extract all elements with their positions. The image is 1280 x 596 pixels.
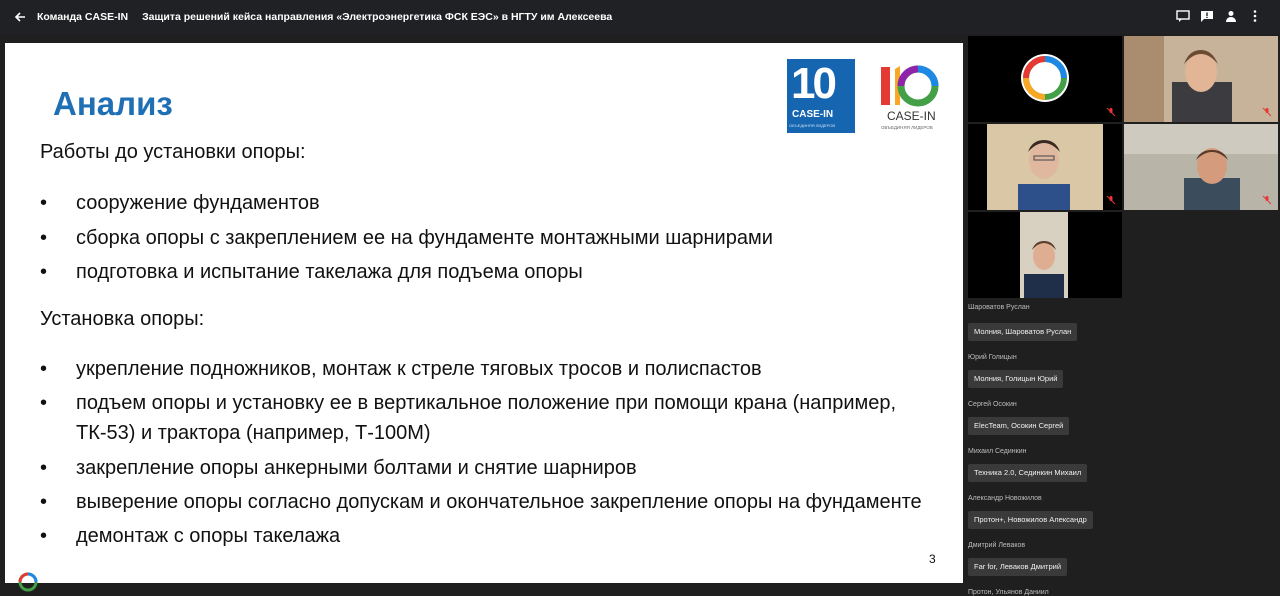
list-item-text: закрепление опоры анкерными болтами и сн…: [76, 457, 637, 479]
mic-off-icon: [1106, 195, 1116, 205]
list-item-text: сборка опоры с закреплением ее на фундам…: [76, 227, 773, 249]
bullet-mark: •: [40, 358, 48, 380]
bullet-mark: •: [40, 261, 48, 283]
logo-ring-icon: [881, 65, 939, 107]
list-item: • закрепление опоры анкерными болтами и с…: [40, 453, 940, 483]
case-in-logo-color: CASE-IN ОБЪЕДИНЯЯ ЛИДЕРОВ: [873, 61, 949, 135]
participant-avatar-icon: [1021, 54, 1069, 102]
people-icon[interactable]: [1224, 9, 1238, 23]
list-item-text: сооружение фундаментов: [76, 192, 320, 214]
camera-feed-icon: [1124, 36, 1278, 122]
list-item: • подъем опоры и установку ее в вертикаль…: [40, 388, 940, 448]
slide-title: Анализ: [53, 85, 173, 122]
mic-off-icon: [1262, 195, 1272, 205]
list-item-text: подъем опоры и установку ее в вертикальн…: [76, 392, 897, 444]
meeting-title: Защита решений кейса направления «Электр…: [142, 11, 613, 23]
participant-label: Михаил Сединкин: [968, 448, 1027, 455]
logo-number: 10: [791, 59, 837, 108]
list-item: • укрепление подножников, монтаж к стреле…: [40, 354, 940, 384]
participant-chip[interactable]: ElecTeam, Осокин Сергей: [968, 417, 1070, 435]
participant-label: Юрий Голицын: [968, 354, 1017, 361]
bullet-mark: •: [40, 192, 48, 214]
video-tile[interactable]: [968, 212, 1122, 298]
video-tile[interactable]: [968, 36, 1122, 122]
participant-label: Александр Новожилов: [968, 495, 1042, 502]
participant-chip[interactable]: Техника 2.0, Сединкин Михаил: [968, 464, 1088, 482]
more-options-icon[interactable]: [1248, 9, 1262, 23]
report-icon[interactable]: [1200, 9, 1214, 23]
team-name: Команда CASE-IN: [37, 11, 129, 23]
participant-label: Сергей Осокин: [968, 401, 1017, 408]
section-heading: Установка опоры:: [40, 308, 205, 330]
video-tile[interactable]: [1124, 36, 1278, 122]
mic-off-icon: [1106, 107, 1116, 117]
mic-off-icon: [1262, 107, 1272, 117]
organizer-logo-icon: [18, 572, 38, 592]
participant-label: Дмитрий Леваков: [968, 542, 1026, 549]
bullet-mark: •: [40, 392, 48, 414]
logo-tagline: ОБЪЕДИНЯЯ ЛИДЕРОВ: [881, 125, 933, 130]
presentation-slide: Анализ 10 CASE-IN ОБЪЕДИНЯЯ ЛИДЕРОВ CASE…: [5, 43, 963, 583]
header-actions: [1176, 9, 1262, 23]
camera-feed-icon: [968, 124, 1122, 210]
list-item: • сборка опоры с закреплением ее на фунда…: [40, 223, 940, 253]
camera-feed-icon: [1124, 124, 1278, 210]
list-item: • выверение опоры согласно допускам и око…: [40, 487, 940, 517]
video-tile[interactable]: [1124, 124, 1278, 210]
list-item: • подготовка и испытание такелажа для под…: [40, 257, 940, 287]
case-in-logo-blue: 10 CASE-IN ОБЪЕДИНЯЯ ЛИДЕРОВ: [787, 59, 855, 133]
bullet-mark: •: [40, 525, 48, 547]
logo-brand: CASE-IN: [792, 109, 834, 120]
list-item: • сооружение фундаментов: [40, 188, 940, 218]
participant-chip[interactable]: Молния, Голицын Юрий: [968, 370, 1064, 388]
participant-label: Протон, Ульянов Даниил: [968, 589, 1049, 596]
bullet-mark: •: [40, 457, 48, 479]
logo-brand: CASE-IN: [887, 109, 936, 123]
chat-icon[interactable]: [1176, 9, 1190, 23]
list-item-text: демонтаж с опоры такелажа: [76, 525, 341, 547]
back-arrow-icon[interactable]: [13, 10, 27, 24]
slide-page-number: 3: [929, 552, 936, 566]
logo-tagline: ОБЪЕДИНЯЯ ЛИДЕРОВ: [789, 123, 836, 128]
participant-chip[interactable]: Молния, Шароватов Руслан: [968, 323, 1078, 341]
bullet-mark: •: [40, 491, 48, 513]
video-tile[interactable]: [968, 124, 1122, 210]
participant-label: Шароватов Руслан: [968, 304, 1030, 311]
list-item-text: укрепление подножников, монтаж к стреле …: [76, 358, 762, 380]
list-item-text: выверение опоры согласно допускам и окон…: [76, 491, 922, 513]
bullet-mark: •: [40, 227, 48, 249]
meeting-header: Команда CASE-IN Защита решений кейса нап…: [0, 0, 1280, 34]
list-item: • демонтаж с опоры такелажа: [40, 521, 940, 551]
participant-chip[interactable]: Протон+, Новожилов Александр: [968, 511, 1093, 529]
section-heading: Работы до установки опоры:: [40, 141, 306, 163]
camera-feed-icon: [968, 212, 1122, 298]
participant-chip[interactable]: Far for, Леваков Дмитрий: [968, 558, 1068, 576]
list-item-text: подготовка и испытание такелажа для подъ…: [76, 261, 583, 283]
